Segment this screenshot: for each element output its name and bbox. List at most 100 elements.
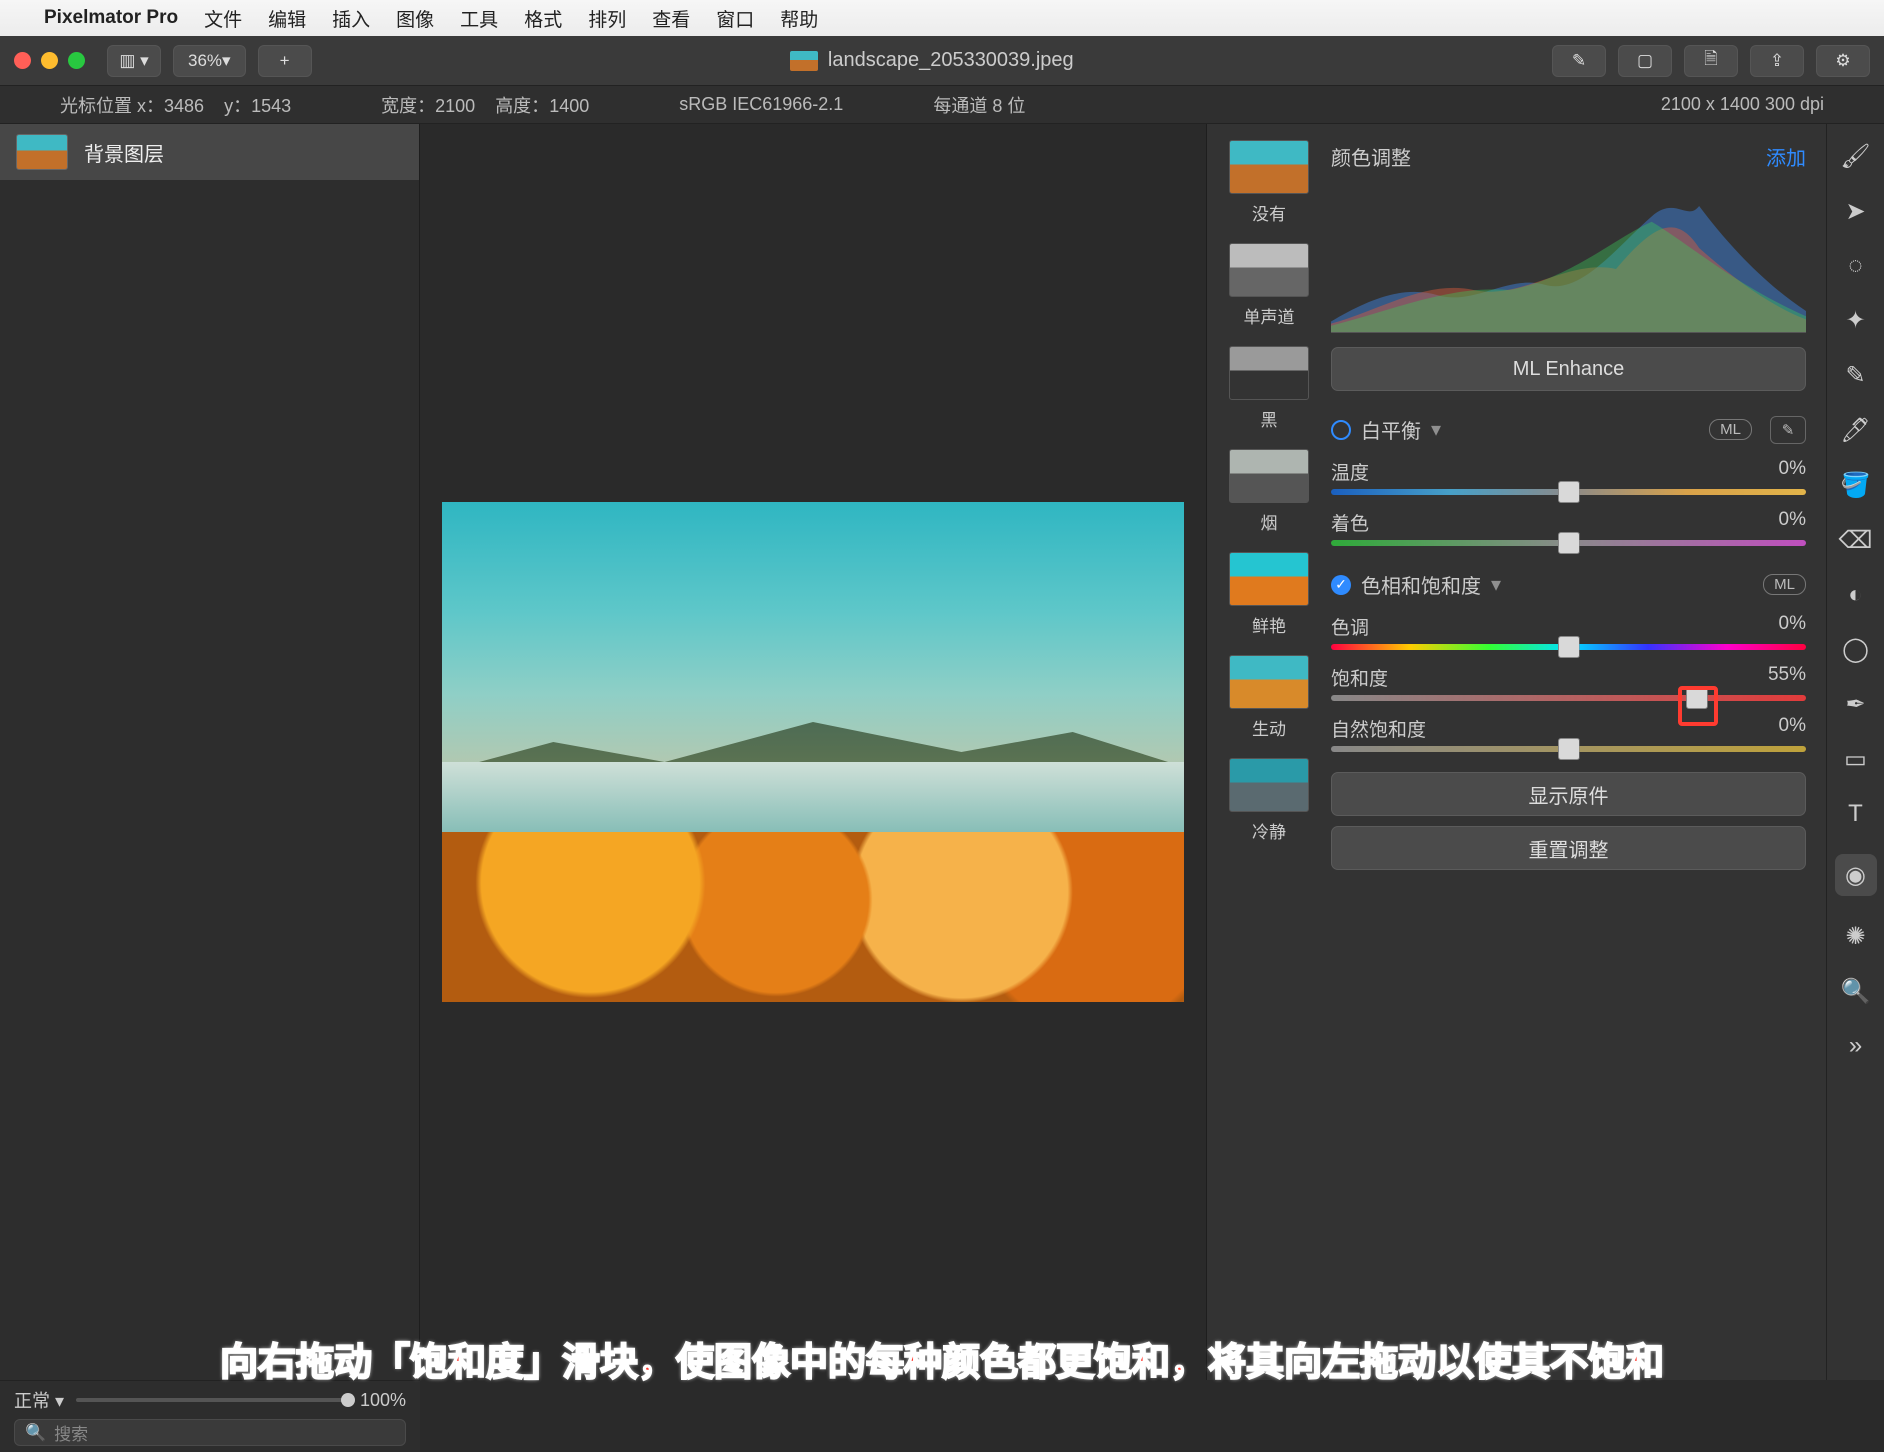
menu-arrange[interactable]: 排列 — [588, 5, 626, 32]
app-name[interactable]: Pixelmator Pro — [44, 7, 178, 29]
add-button[interactable]: + — [258, 45, 312, 77]
color-profile: sRGB IEC61966-2.1 — [679, 94, 843, 115]
fill-tool-icon[interactable]: 🪣 — [1841, 471, 1871, 500]
slider-thumb[interactable] — [341, 1393, 355, 1407]
draw-tool-button[interactable]: ✎ — [1552, 45, 1606, 77]
tint-slider[interactable]: 着色0% — [1331, 509, 1806, 546]
section-toggle-icon[interactable] — [1331, 420, 1351, 440]
temperature-slider[interactable]: 温度0% — [1331, 458, 1806, 495]
preset-live[interactable]: 生动 — [1221, 655, 1317, 740]
slider-value: 0% — [1779, 715, 1806, 742]
macos-menubar: Pixelmator Pro 文件 编辑 插入 图像 工具 格式 排列 查看 窗… — [0, 0, 1884, 36]
canvas[interactable] — [420, 124, 1206, 1380]
menu-insert[interactable]: 插入 — [332, 5, 370, 32]
white-balance-section[interactable]: 白平衡▾ ML ✎ — [1331, 415, 1806, 444]
hue-slider[interactable]: 色调0% — [1331, 613, 1806, 650]
crop-tool-button[interactable]: ▢ — [1618, 45, 1672, 77]
blend-mode-dropdown[interactable]: 正常 ▾ — [14, 1387, 64, 1413]
menu-view[interactable]: 查看 — [652, 5, 690, 32]
menu-tools[interactable]: 工具 — [460, 5, 498, 32]
vibrance-slider[interactable]: 自然饱和度0% — [1331, 715, 1806, 752]
zoom-dropdown[interactable]: 36% ▾ — [173, 45, 246, 77]
highlight-box-icon — [1678, 686, 1718, 726]
slider-label: 温度 — [1331, 458, 1369, 485]
text-tool-icon[interactable]: T — [1848, 800, 1863, 828]
slider-thumb[interactable] — [1558, 532, 1580, 554]
preset-smoke[interactable]: 烟 — [1221, 449, 1317, 534]
lasso-tool-icon[interactable]: ✦ — [1845, 306, 1865, 335]
bit-depth: 每通道 8 位 — [933, 92, 1025, 118]
saturation-slider[interactable]: 饱和度55% — [1331, 664, 1806, 701]
eraser-tool-icon[interactable]: ⌫ — [1839, 526, 1873, 555]
preset-label: 冷静 — [1252, 823, 1286, 842]
inspector-panel: 没有 单声道 黑 烟 鲜艳 生动 冷静 颜色调整 添加 ML Enhance — [1206, 124, 1826, 1380]
section-enabled-icon[interactable]: ✓ — [1331, 575, 1351, 595]
hue-saturation-section[interactable]: ✓ 色相和饱和度▾ ML — [1331, 570, 1806, 599]
opacity-slider[interactable] — [76, 1398, 348, 1402]
shape-ellipse-icon[interactable]: ◯ — [1842, 635, 1869, 664]
eyedropper-tool-icon[interactable]: ✎ — [1845, 361, 1865, 390]
reset-adjustments-button[interactable]: 重置调整 — [1331, 826, 1806, 870]
search-icon: 🔍 — [25, 1423, 46, 1443]
slider-thumb[interactable] — [1558, 636, 1580, 658]
layer-search-input[interactable]: 🔍 搜索 — [14, 1419, 406, 1446]
slider-thumb[interactable] — [1558, 481, 1580, 503]
window-toolbar: ▥ ▾ 36% ▾ + landscape_205330039.jpeg ✎ ▢… — [0, 36, 1884, 86]
effects-tool-icon[interactable]: ✺ — [1845, 922, 1865, 951]
smudge-tool-icon[interactable]: ◐ — [1848, 581, 1863, 609]
fullscreen-window-icon[interactable] — [68, 52, 85, 69]
preset-black[interactable]: 黑 — [1221, 346, 1317, 431]
add-adjustment-button[interactable]: 添加 — [1766, 142, 1806, 171]
preset-none[interactable]: 没有 — [1221, 140, 1317, 225]
layers-panel: 背景图层 — [0, 124, 420, 1380]
preset-mono[interactable]: 单声道 — [1221, 243, 1317, 328]
more-tools-icon[interactable]: » — [1849, 1032, 1862, 1060]
share-button[interactable]: ⇪ — [1750, 45, 1804, 77]
slider-value: 55% — [1768, 664, 1806, 691]
menu-image[interactable]: 图像 — [396, 5, 434, 32]
tool-strip: 🖌 ➤ ◌ ✦ ✎ 🖊 🪣 ⌫ ◐ ◯ ✒ ▭ T ◉ ✺ 🔍 » — [1826, 124, 1884, 1380]
menu-window[interactable]: 窗口 — [716, 5, 754, 32]
layer-row[interactable]: 背景图层 — [0, 124, 419, 180]
controls-header: 颜色调整 添加 — [1331, 142, 1806, 171]
adjustments-button[interactable]: ⚙ — [1816, 45, 1870, 77]
preset-label: 烟 — [1261, 514, 1278, 533]
preset-vivid[interactable]: 鲜艳 — [1221, 552, 1317, 637]
pen-tool-icon[interactable]: ✒ — [1845, 690, 1865, 719]
ml-pill[interactable]: ML — [1763, 574, 1806, 595]
menu-format[interactable]: 格式 — [524, 5, 562, 32]
ml-enhance-button[interactable]: ML Enhance — [1331, 347, 1806, 391]
arrow-tool-icon[interactable]: ➤ — [1845, 197, 1865, 226]
close-window-icon[interactable] — [14, 52, 31, 69]
page-button[interactable]: 🗎 — [1684, 45, 1738, 77]
show-original-button[interactable]: 显示原件 — [1331, 772, 1806, 816]
section-title: 色相和饱和度 — [1361, 570, 1481, 599]
document-thumb-icon — [790, 51, 818, 71]
color-adjust-tool-icon[interactable]: ◉ — [1835, 854, 1877, 896]
slider-label: 色调 — [1331, 613, 1369, 640]
menu-edit[interactable]: 编辑 — [268, 5, 306, 32]
style-tool-icon[interactable]: 🖌 — [1840, 142, 1870, 171]
zoom-tool-icon[interactable]: 🔍 — [1841, 977, 1871, 1006]
menu-file[interactable]: 文件 — [204, 5, 242, 32]
image-dimensions: 2100 x 1400 300 dpi — [1661, 94, 1824, 115]
opacity-value: 100% — [360, 1390, 406, 1411]
canvas-image — [442, 502, 1184, 1002]
sidebar-toggle-button[interactable]: ▥ ▾ — [107, 45, 161, 77]
marquee-tool-icon[interactable]: ◌ — [1848, 252, 1862, 280]
preset-cool[interactable]: 冷静 — [1221, 758, 1317, 843]
preset-label: 没有 — [1252, 205, 1286, 224]
slider-thumb[interactable] — [1558, 738, 1580, 760]
info-strip: 光标位置 x：3486 y：1543 宽度：2100 高度：1400 sRGB … — [0, 86, 1884, 124]
menu-help[interactable]: 帮助 — [780, 5, 818, 32]
ml-pill[interactable]: ML — [1709, 419, 1752, 440]
shape-rect-icon[interactable]: ▭ — [1844, 745, 1867, 774]
controls-column: 颜色调整 添加 ML Enhance 白平衡▾ ML ✎ 温度0% — [1317, 124, 1826, 1380]
image-size: 宽度：2100 高度：1400 — [381, 92, 589, 118]
minimize-window-icon[interactable] — [41, 52, 58, 69]
layer-thumb-icon — [16, 134, 68, 170]
slider-value: 0% — [1779, 509, 1806, 536]
preset-label: 鲜艳 — [1252, 617, 1286, 636]
brush-tool-icon[interactable]: 🖊 — [1840, 416, 1870, 445]
eyedropper-icon[interactable]: ✎ — [1770, 416, 1806, 444]
